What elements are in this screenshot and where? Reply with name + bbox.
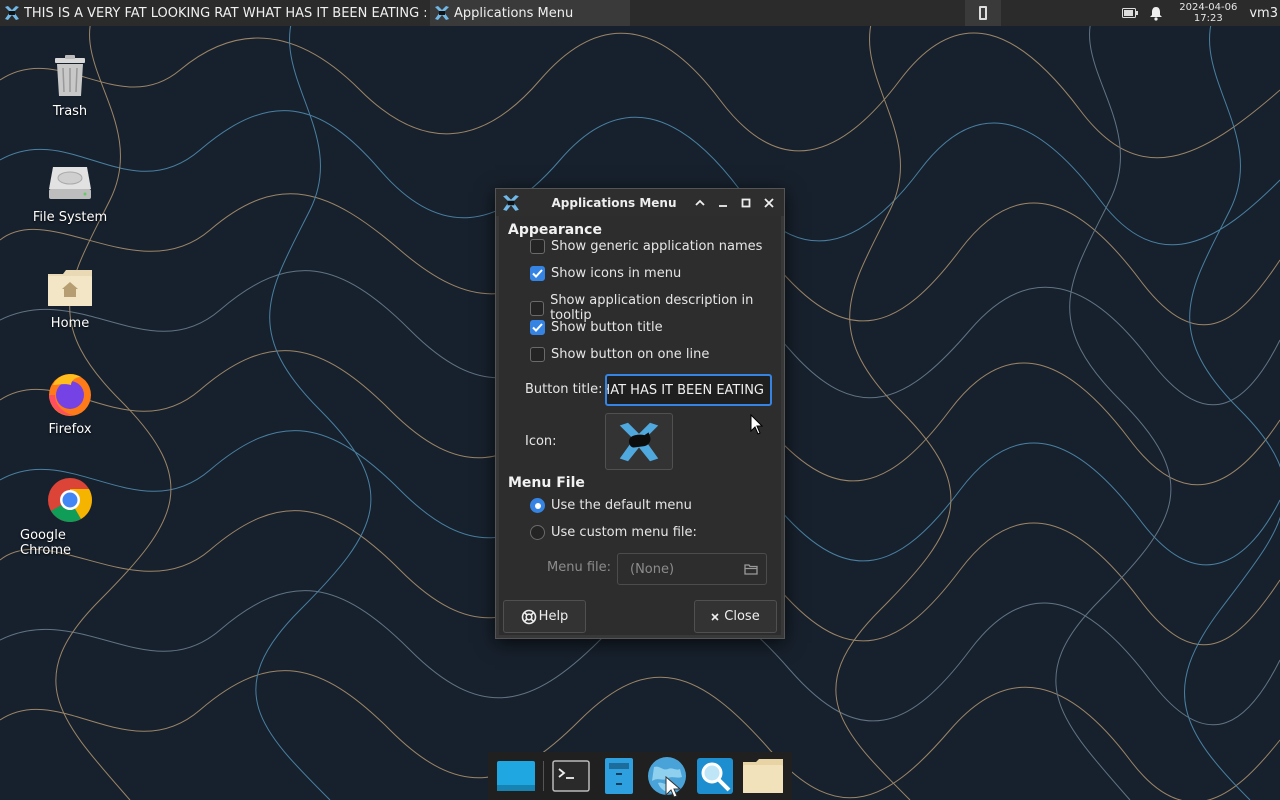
close-window-button[interactable]	[757, 189, 780, 216]
maximize-button[interactable]	[734, 189, 757, 216]
xfce-icon	[4, 6, 19, 20]
minimize-icon	[718, 204, 727, 207]
top-panel: THIS IS A VERY FAT LOOKING RAT WHAT HAS …	[0, 0, 1280, 26]
user-name[interactable]: vm3	[1249, 6, 1278, 21]
desktop-icon-label: Trash	[52, 104, 88, 119]
terminal-icon	[552, 760, 590, 792]
button-title-input[interactable]: THIS IS A VERY FAT LOOKING RAT WHAT HAS …	[605, 374, 772, 406]
radio-default-menu[interactable]: Use the default menu	[530, 498, 692, 513]
icon-label: Icon:	[525, 434, 557, 449]
radio-button-selected[interactable]	[530, 498, 545, 513]
radio-label: Use custom menu file:	[551, 525, 697, 540]
option-generic-names[interactable]: Show generic application names	[530, 239, 762, 254]
shade-button[interactable]	[688, 189, 711, 216]
help-button[interactable]: Help	[503, 600, 586, 633]
workspace-switcher[interactable]	[965, 0, 1002, 26]
dock-show-desktop[interactable]	[494, 754, 538, 798]
taskbar-window-button-active[interactable]: Applications Menu	[430, 0, 630, 26]
checkbox[interactable]	[530, 300, 545, 316]
folder-icon	[744, 564, 758, 575]
desktop-icon-label: Firefox	[48, 422, 92, 437]
checkmark-icon	[532, 269, 543, 278]
close-button[interactable]: Close	[694, 600, 777, 633]
help-lifebuoy-icon	[521, 609, 536, 624]
checkmark-icon	[532, 323, 543, 332]
xfce-icon	[435, 6, 449, 20]
firefox-icon	[46, 370, 94, 418]
close-button-label: Close	[724, 609, 760, 624]
home-folder-icon	[46, 264, 94, 312]
checkbox-checked[interactable]	[530, 266, 545, 281]
minimize-button[interactable]	[711, 189, 734, 216]
menu-file-label: Menu file:	[547, 560, 612, 575]
radio-button[interactable]	[530, 525, 545, 540]
option-show-icons[interactable]: Show icons in menu	[530, 266, 681, 281]
radio-custom-menu[interactable]: Use custom menu file:	[530, 525, 697, 540]
menu-file-value: (None)	[630, 561, 675, 577]
globe-icon	[648, 757, 686, 797]
checkbox[interactable]	[530, 239, 545, 254]
appearance-heading: Appearance	[508, 222, 602, 238]
dock-file-manager[interactable]	[597, 754, 641, 798]
dock-separator	[543, 761, 544, 791]
checkbox-checked[interactable]	[530, 320, 545, 335]
bottom-dock	[488, 752, 792, 800]
dialog-content: Appearance Show generic application name…	[499, 216, 781, 635]
desktop-icon-label: Google Chrome	[20, 528, 71, 558]
help-button-label: Help	[538, 609, 569, 624]
dock-terminal[interactable]	[549, 754, 593, 798]
folder-icon	[743, 759, 783, 793]
option-description-tooltip[interactable]: Show application description in tooltip	[530, 293, 781, 323]
checkbox[interactable]	[530, 347, 545, 362]
option-label: Show button title	[551, 320, 663, 335]
dialog-titlebar[interactable]: Applications Menu	[496, 189, 784, 216]
desktop-icon-label: Home	[50, 316, 90, 331]
radio-label: Use the default menu	[551, 498, 692, 513]
xfce-mouse-icon	[619, 422, 659, 461]
clock[interactable]: 2024-04-06 17:23	[1179, 2, 1237, 24]
desktop-icon-label: File System	[32, 210, 108, 225]
clock-date: 2024-04-06	[1179, 2, 1238, 13]
desktop-icon-firefox[interactable]: Firefox	[20, 370, 120, 437]
desktop-icon-home[interactable]: Home	[20, 264, 120, 331]
menu-file-heading: Menu File	[508, 475, 585, 491]
show-desktop-icon	[497, 761, 535, 791]
dock-home-folder[interactable]	[741, 754, 785, 798]
button-title-label: Button title:	[525, 382, 603, 397]
dialog-title: Applications Menu	[551, 195, 677, 210]
desktop-icon-trash[interactable]: Trash	[20, 52, 120, 119]
close-icon	[763, 197, 774, 208]
dock-app-finder[interactable]	[693, 754, 737, 798]
taskbar-window-button[interactable]: THIS IS A VERY FAT LOOKING RAT WHAT HAS …	[0, 0, 430, 26]
taskbar-window-title: Applications Menu	[454, 5, 574, 21]
option-one-line[interactable]: Show button on one line	[530, 347, 709, 362]
chevron-up-icon	[694, 199, 705, 206]
option-label: Show application description in tooltip	[550, 293, 754, 323]
button-title-value: THIS IS A VERY FAT LOOKING RAT WHAT HAS …	[607, 382, 764, 398]
magnifier-icon	[697, 758, 733, 794]
maximize-icon	[741, 198, 750, 207]
option-label: Show icons in menu	[551, 266, 682, 281]
option-label: Show generic application names	[551, 239, 763, 254]
notification-bell-icon[interactable]	[1146, 0, 1166, 26]
battery-icon[interactable]	[1120, 0, 1140, 26]
menu-file-chooser[interactable]: (None)	[617, 553, 767, 585]
icon-chooser-button[interactable]	[605, 413, 673, 470]
option-label: Show button on one line	[551, 347, 710, 362]
close-icon	[711, 612, 719, 621]
dock-web-browser[interactable]	[645, 754, 689, 798]
clock-time: 17:23	[1193, 13, 1223, 24]
taskbar-window-title: THIS IS A VERY FAT LOOKING RAT WHAT HAS …	[23, 5, 426, 21]
xfce-icon	[503, 194, 519, 211]
desktop-icon-google-chrome[interactable]: Google Chrome	[20, 476, 120, 558]
file-manager-icon	[605, 758, 633, 794]
desktop-icon-file-system[interactable]: File System	[20, 158, 120, 225]
drive-icon	[46, 158, 94, 206]
mouse-cursor-icon	[750, 414, 764, 435]
option-show-button-title[interactable]: Show button title	[530, 320, 663, 335]
trash-icon	[46, 52, 94, 100]
applications-menu-dialog: Applications Menu Appearance Show generi…	[495, 188, 785, 639]
chrome-icon	[46, 476, 94, 524]
